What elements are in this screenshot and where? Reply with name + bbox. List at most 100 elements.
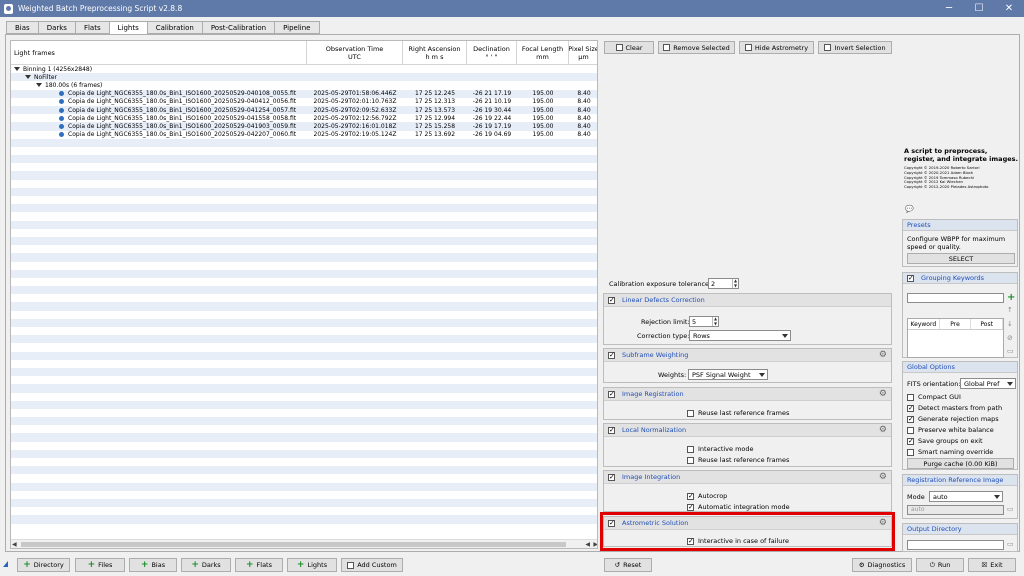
reuse-reference-option[interactable]: Reuse last reference frames xyxy=(687,409,789,417)
ln-reuse-reference-option[interactable]: Reuse last reference frames xyxy=(687,456,789,464)
white-balance-checkbox[interactable] xyxy=(907,426,914,434)
local-normalization-header[interactable]: Local Normalization⚙ xyxy=(604,424,891,437)
tree-group-exposure[interactable]: 180.00s (6 frames) xyxy=(11,81,597,89)
move-down-icon[interactable]: ↓ xyxy=(1007,320,1013,328)
col-pixel-size[interactable]: Pixel Size µm xyxy=(569,41,597,65)
maximize-icon[interactable]: ☐ xyxy=(964,0,994,17)
col-focal-length[interactable]: Focal Length mm xyxy=(517,41,569,65)
rejection-limit-spinner[interactable]: 5 ▲ ▼ xyxy=(689,316,719,327)
add-flats-button[interactable]: + Flats xyxy=(235,558,283,572)
gear-icon[interactable]: ⚙ xyxy=(879,390,887,399)
detect-masters-checkbox[interactable] xyxy=(907,404,914,412)
move-up-icon[interactable]: ↑ xyxy=(1007,306,1013,314)
run-button[interactable]: ⏻ Run xyxy=(916,558,964,572)
table-row[interactable]: Copia de Light_NGC6355_180.0s_Bin1_ISO16… xyxy=(11,105,597,115)
table-row[interactable]: Copia de Light_NGC6355_180.0s_Bin1_ISO16… xyxy=(11,131,597,139)
interactive-mode-option[interactable]: Interactive mode xyxy=(687,445,754,453)
add-lights-button[interactable]: + Lights xyxy=(287,558,337,572)
add-directory-button[interactable]: + Directory xyxy=(17,558,70,572)
compact-gui-option[interactable]: Compact GUI xyxy=(907,393,961,401)
table-row[interactable]: Copia de Light_NGC6355_180.0s_Bin1_ISO16… xyxy=(11,98,597,106)
image-integration-checkbox[interactable] xyxy=(608,473,615,481)
exit-button[interactable]: ☒ Exit xyxy=(968,558,1016,572)
autocrop-option[interactable]: Autocrop xyxy=(687,492,727,500)
grouping-keywords-header[interactable]: Grouping Keywords xyxy=(903,273,1017,284)
expand-arrow-icon[interactable] xyxy=(36,83,42,88)
close-icon[interactable]: ✕ xyxy=(994,0,1024,17)
col-observation-time[interactable]: Observation Time UTC xyxy=(307,41,403,65)
auto-integration-option[interactable]: Automatic integration mode xyxy=(687,503,790,511)
hide-astrometry-button[interactable]: Hide Astrometry xyxy=(739,41,814,54)
add-darks-button[interactable]: + Darks xyxy=(181,558,231,572)
remove-selected-button[interactable]: Remove Selected xyxy=(658,41,735,54)
compact-gui-checkbox[interactable] xyxy=(907,393,914,401)
invert-selection-button[interactable]: Invert Selection xyxy=(818,41,892,54)
tab-lights[interactable]: Lights xyxy=(108,21,147,35)
scrollbar-thumb[interactable] xyxy=(21,542,566,547)
keywords-table[interactable]: Keyword Pre Post xyxy=(907,318,1004,358)
light-frames-tree[interactable]: Light frames Observation Time UTC Right A… xyxy=(10,40,598,549)
auto-integration-checkbox[interactable] xyxy=(687,503,694,511)
rejection-maps-option[interactable]: Generate rejection maps xyxy=(907,415,999,423)
tab-pipeline[interactable]: Pipeline xyxy=(274,21,320,34)
horizontal-scrollbar[interactable]: ◀ ◀ ▶ xyxy=(11,539,597,548)
delete-icon[interactable]: ▭ xyxy=(1007,347,1014,355)
expand-arrow-icon[interactable] xyxy=(25,75,31,80)
weights-select[interactable]: PSF Signal Weight xyxy=(688,369,768,380)
image-integration-header[interactable]: Image Integration⚙ xyxy=(604,471,891,484)
purge-cache-button[interactable]: Purge cache (0.00 KiB) xyxy=(907,458,1014,469)
image-registration-checkbox[interactable] xyxy=(608,390,615,398)
col-right-ascension[interactable]: Right Ascension h m s xyxy=(403,41,467,65)
add-files-button[interactable]: + Files xyxy=(75,558,125,572)
detect-masters-option[interactable]: Detect masters from path xyxy=(907,404,1002,412)
save-groups-option[interactable]: Save groups on exit xyxy=(907,437,983,445)
gear-icon[interactable]: ⚙ xyxy=(879,426,887,435)
link-icon[interactable]: ⊘ xyxy=(1007,334,1013,342)
comment-icon[interactable]: 💬 xyxy=(905,205,914,213)
add-keyword-icon[interactable]: + xyxy=(1007,292,1015,303)
keyword-input[interactable] xyxy=(907,293,1004,303)
fits-orientation-select[interactable]: Global Pref xyxy=(960,378,1016,389)
scroll-left-small-icon[interactable]: ◀ xyxy=(585,541,590,548)
autocrop-checkbox[interactable] xyxy=(687,492,694,500)
tab-bias[interactable]: Bias xyxy=(6,21,38,34)
col-declination[interactable]: Declination ° ' " xyxy=(467,41,517,65)
tab-calibration[interactable]: Calibration xyxy=(146,21,202,34)
diagnostics-button[interactable]: ⚙ Diagnostics xyxy=(852,558,912,572)
tab-darks[interactable]: Darks xyxy=(37,21,75,34)
gear-icon[interactable]: ⚙ xyxy=(879,473,887,482)
smart-naming-option[interactable]: Smart naming override xyxy=(907,448,993,456)
minimize-icon[interactable]: ─ xyxy=(934,0,964,17)
folder-icon[interactable]: ▭ xyxy=(1007,505,1014,513)
save-groups-checkbox[interactable] xyxy=(907,437,914,445)
clear-button[interactable]: Clear xyxy=(604,41,654,54)
linear-defects-header[interactable]: Linear Defects Correction xyxy=(604,294,891,307)
table-row[interactable]: Copia de Light_NGC6355_180.0s_Bin1_ISO16… xyxy=(11,114,597,122)
correction-type-select[interactable]: Rows xyxy=(689,330,791,341)
rejection-maps-checkbox[interactable] xyxy=(907,415,914,423)
presets-select-button[interactable]: SELECT xyxy=(907,253,1015,264)
linear-defects-checkbox[interactable] xyxy=(608,296,615,304)
table-row[interactable]: Copia de Light_NGC6355_180.0s_Bin1_ISO16… xyxy=(11,89,597,98)
reuse-reference-checkbox[interactable] xyxy=(687,409,694,417)
tree-group-filter[interactable]: NoFilter xyxy=(11,73,597,82)
image-registration-header[interactable]: Image Registration⚙ xyxy=(604,388,891,401)
interactive-mode-checkbox[interactable] xyxy=(687,445,694,453)
grouping-keywords-checkbox[interactable] xyxy=(907,274,914,282)
white-balance-option[interactable]: Preserve white balance xyxy=(907,426,994,434)
tolerance-spinner[interactable]: 2 ▲ ▼ xyxy=(708,278,739,289)
subframe-weighting-checkbox[interactable] xyxy=(608,351,615,359)
reset-button[interactable]: ↺ Reset xyxy=(604,558,652,572)
scroll-right-icon[interactable]: ▶ xyxy=(593,541,597,548)
scroll-left-icon[interactable]: ◀ xyxy=(12,541,17,548)
mode-select[interactable]: auto xyxy=(929,491,1003,502)
subframe-weighting-header[interactable]: Subframe Weighting⚙ xyxy=(604,349,891,362)
tree-group-binning[interactable]: Binning 1 (4256x2848) xyxy=(11,65,597,73)
expand-arrow-icon[interactable] xyxy=(14,67,20,72)
local-normalization-checkbox[interactable] xyxy=(608,426,615,434)
folder-icon[interactable]: ▭ xyxy=(1007,540,1014,548)
col-light-frames[interactable]: Light frames xyxy=(11,41,307,65)
spinner-arrows-icon[interactable]: ▲ ▼ xyxy=(732,278,738,288)
ln-reuse-reference-checkbox[interactable] xyxy=(687,456,694,464)
smart-naming-checkbox[interactable] xyxy=(907,448,914,456)
